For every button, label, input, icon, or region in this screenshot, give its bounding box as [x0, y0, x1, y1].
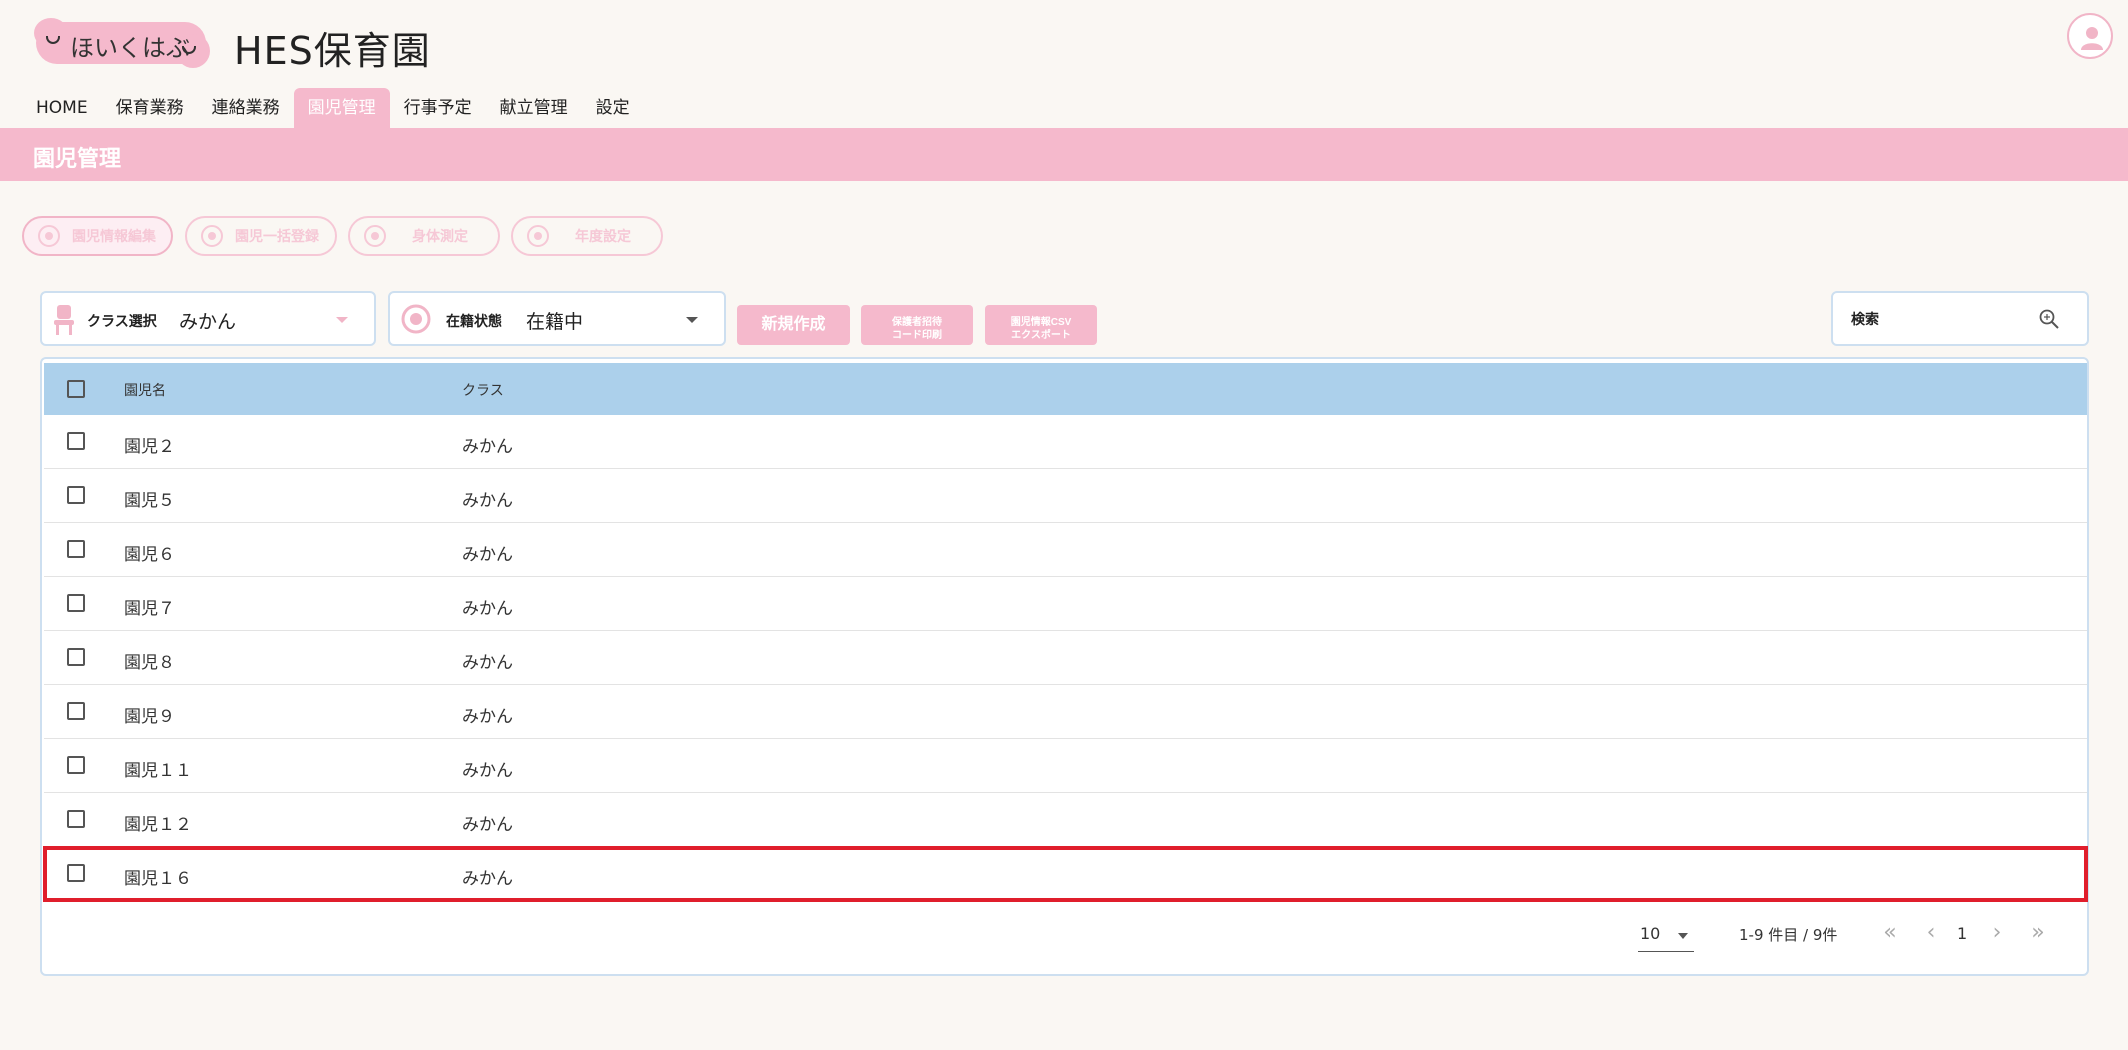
- table-row[interactable]: 園児１１ みかん: [44, 739, 2087, 793]
- child-class: みかん: [462, 545, 513, 565]
- csv-export-line1: 園児情報CSV: [1010, 316, 1072, 328]
- row-checkbox[interactable]: [67, 594, 85, 612]
- bulk-register-button[interactable]: 園児一括登録: [185, 216, 337, 256]
- guardian-code-print-button[interactable]: 保護者招待 コード印刷: [861, 305, 973, 345]
- table-header: 園児名 クラス: [44, 363, 2087, 415]
- row-checkbox[interactable]: [67, 540, 85, 558]
- search-input[interactable]: [1851, 308, 2031, 332]
- child-name: 園児６: [124, 545, 175, 565]
- table-row[interactable]: 園児９ みかん: [44, 685, 2087, 739]
- chair-icon: [54, 305, 74, 335]
- class-select-label: クラス選択: [87, 314, 157, 330]
- page-title: 園児管理: [33, 147, 122, 172]
- nav-menu[interactable]: 献立管理: [486, 88, 582, 128]
- edit-child-info-button[interactable]: 園児情報編集: [22, 216, 173, 256]
- row-checkbox[interactable]: [67, 864, 85, 882]
- logo-text: ほいくはぶ: [70, 34, 190, 62]
- child-name: 園児１６: [124, 869, 192, 889]
- pagination-info: 1-9 件目 / 9件: [1739, 926, 1838, 944]
- row-checkbox[interactable]: [67, 648, 85, 666]
- row-checkbox[interactable]: [67, 756, 85, 774]
- search-box: [1831, 291, 2089, 346]
- csv-export-line2: エクスポート: [1011, 329, 1071, 341]
- group-icon: [201, 225, 223, 247]
- class-select-value: みかん: [179, 311, 237, 333]
- table-row[interactable]: 園児７ みかん: [44, 577, 2087, 631]
- guardian-code-line1: 保護者招待: [892, 316, 942, 328]
- status-select[interactable]: 在籍状態 在籍中: [388, 291, 726, 346]
- app-logo[interactable]: ほいくはぶ: [34, 18, 210, 68]
- user-icon: [2081, 27, 2103, 50]
- user-avatar-button[interactable]: [2067, 13, 2113, 59]
- status-select-label: 在籍状態: [446, 314, 502, 330]
- class-select[interactable]: クラス選択 みかん: [40, 291, 376, 346]
- first-page-button[interactable]: «: [1877, 918, 1903, 948]
- column-header-name[interactable]: 園児名: [124, 380, 166, 400]
- status-select-value: 在籍中: [526, 311, 584, 333]
- nav-contact[interactable]: 連絡業務: [198, 88, 294, 128]
- child-name: 園児５: [124, 491, 175, 511]
- current-page: 1: [1957, 924, 1968, 943]
- table-row[interactable]: 園児６ みかん: [44, 523, 2087, 577]
- table-row-highlighted[interactable]: 園児１６ みかん: [43, 846, 2088, 902]
- row-checkbox[interactable]: [67, 432, 85, 450]
- page-size-select[interactable]: 10: [1638, 920, 1694, 952]
- child-class: みかん: [462, 653, 513, 673]
- year-settings-label: 年度設定: [575, 229, 631, 245]
- table-row[interactable]: 園児１２ みかん: [44, 793, 2087, 847]
- row-checkbox[interactable]: [67, 810, 85, 828]
- next-page-button[interactable]: ›: [1984, 918, 2010, 948]
- chevron-down-icon: [336, 317, 348, 323]
- chevron-down-icon: [686, 317, 698, 323]
- nav-events[interactable]: 行事予定: [390, 88, 486, 128]
- child-class: みかん: [462, 761, 513, 781]
- child-class: みかん: [462, 599, 513, 619]
- children-table: 園児名 クラス 園児２ みかん 園児５ みかん 園児６ みかん 園児７ みかん …: [40, 357, 2089, 976]
- child-name: 園児１２: [124, 815, 192, 835]
- site-title: HES保育園: [234, 29, 431, 73]
- child-class: みかん: [462, 707, 513, 727]
- bulk-register-label: 園児一括登録: [235, 229, 319, 245]
- table-row[interactable]: 園児５ みかん: [44, 469, 2087, 523]
- select-all-checkbox[interactable]: [67, 380, 85, 398]
- nav-children[interactable]: 園児管理: [293, 88, 390, 128]
- child-name: 園児９: [124, 707, 175, 727]
- main-nav: HOME 保育業務 連絡業務 園児管理 行事予定 献立管理 設定: [22, 88, 644, 128]
- row-checkbox[interactable]: [67, 486, 85, 504]
- body-measure-button[interactable]: 身体測定: [348, 216, 500, 256]
- nav-settings[interactable]: 設定: [582, 88, 644, 128]
- body-measure-label: 身体測定: [412, 229, 468, 245]
- child-class: みかん: [462, 491, 513, 511]
- chevron-down-icon: [1678, 933, 1688, 939]
- child-name: 園児８: [124, 653, 175, 673]
- child-class: みかん: [462, 815, 513, 835]
- row-checkbox[interactable]: [67, 702, 85, 720]
- child-class: みかん: [462, 437, 513, 457]
- child-name: 園児２: [124, 437, 175, 457]
- child-face-icon: [401, 304, 431, 334]
- table-row[interactable]: 園児８ みかん: [44, 631, 2087, 685]
- nav-home[interactable]: HOME: [22, 88, 102, 128]
- guardian-code-line2: コード印刷: [892, 329, 942, 341]
- page-size-value: 10: [1640, 924, 1661, 943]
- child-class: みかん: [462, 869, 513, 889]
- prev-page-button[interactable]: ‹: [1918, 918, 1944, 948]
- child-icon: [38, 225, 60, 247]
- edit-child-info-label: 園児情報編集: [72, 229, 156, 245]
- page-header-band: 園児管理: [0, 128, 2128, 181]
- column-header-class[interactable]: クラス: [462, 380, 504, 400]
- create-new-button[interactable]: 新規作成: [737, 305, 850, 345]
- nav-childcare[interactable]: 保育業務: [102, 88, 198, 128]
- table-row[interactable]: 園児２ みかん: [44, 415, 2087, 469]
- child-name: 園児１１: [124, 761, 192, 781]
- search-icon[interactable]: [2038, 308, 2060, 330]
- csv-export-button[interactable]: 園児情報CSV エクスポート: [985, 305, 1097, 345]
- child-name: 園児７: [124, 599, 175, 619]
- scale-icon: [364, 225, 386, 247]
- star-icon: [527, 225, 549, 247]
- last-page-button[interactable]: »: [2025, 918, 2051, 948]
- year-settings-button[interactable]: 年度設定: [511, 216, 663, 256]
